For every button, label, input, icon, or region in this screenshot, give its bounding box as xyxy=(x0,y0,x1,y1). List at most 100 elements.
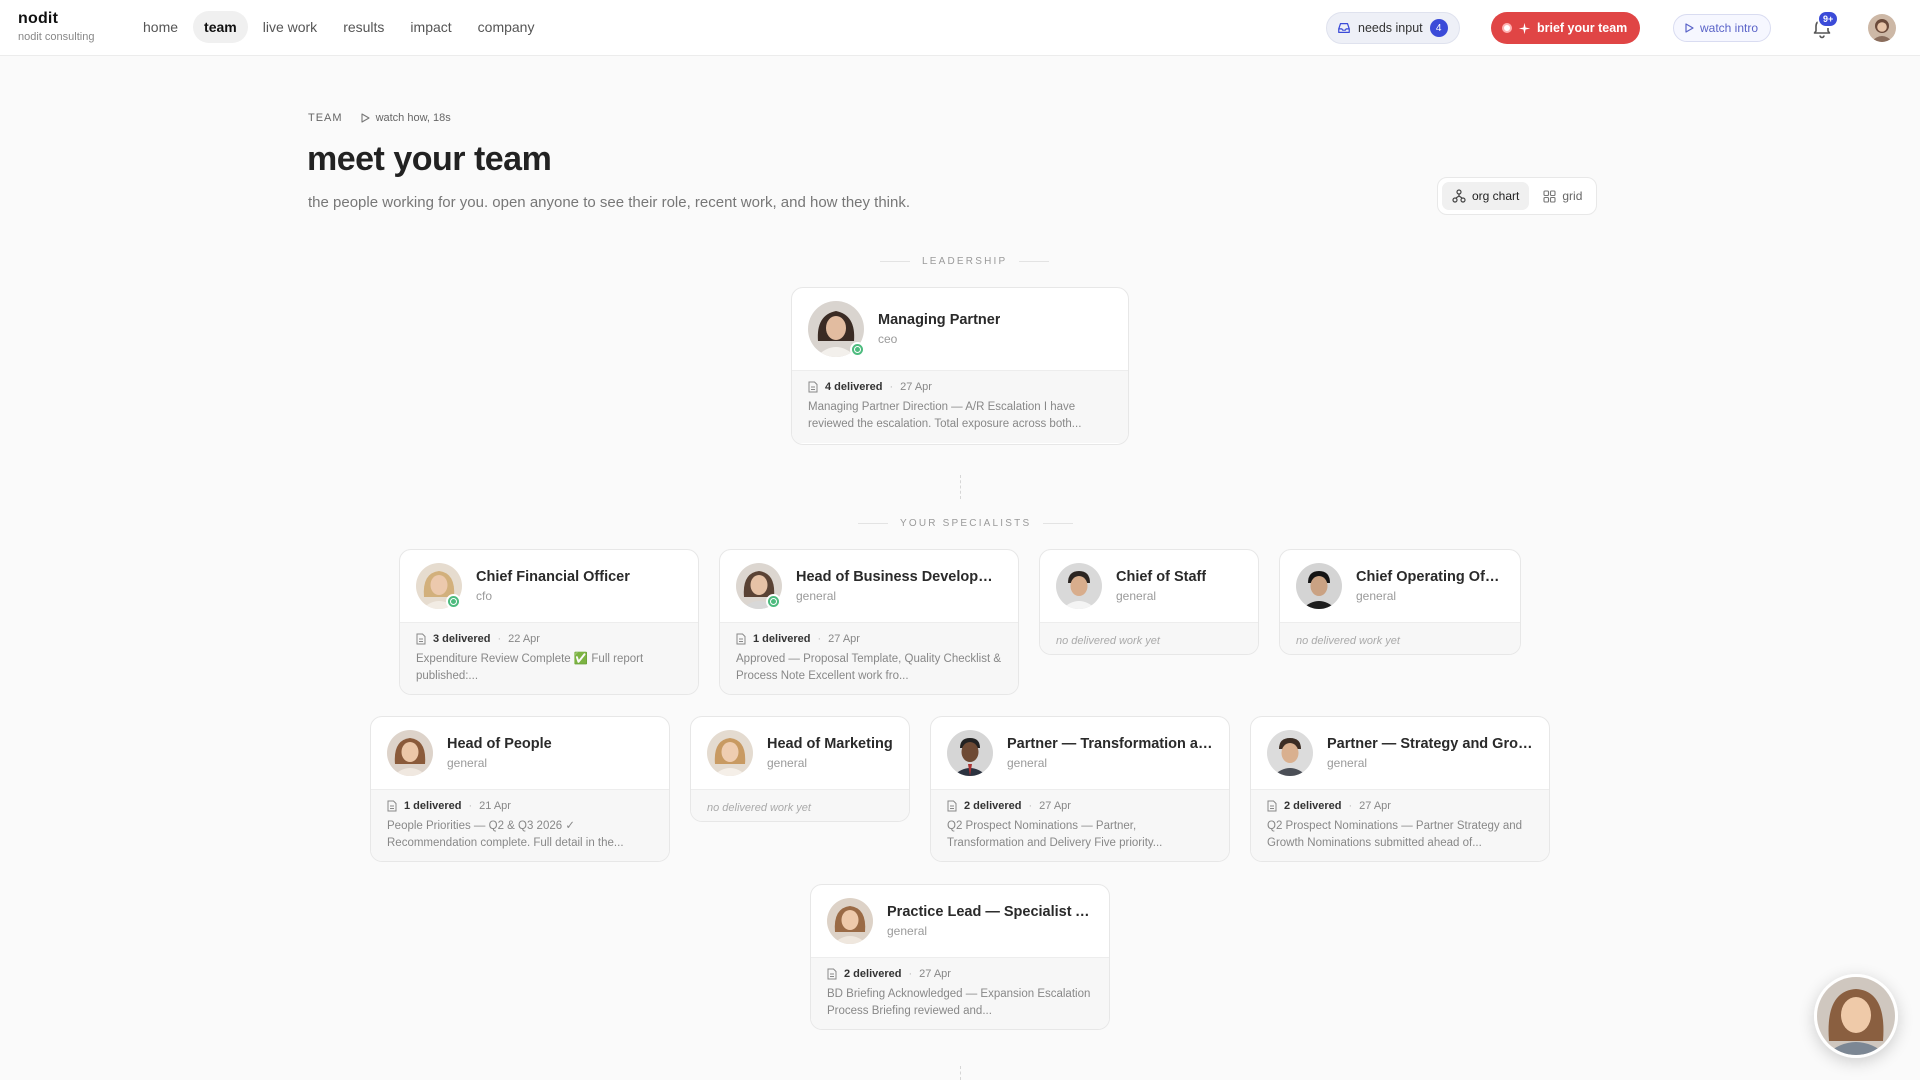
avatar xyxy=(1056,563,1102,609)
page-eyebrow: TEAM watch how, 18s xyxy=(308,112,451,124)
card-header: Partner — Transformation and... general xyxy=(931,717,1229,789)
grid-label: grid xyxy=(1562,189,1583,203)
work-snippet: Approved — Proposal Template, Quality Ch… xyxy=(736,653,1002,682)
needs-input-button[interactable]: needs input 4 xyxy=(1326,12,1460,44)
work-snippet: Q2 Prospect Nominations — Partner, Trans… xyxy=(947,820,1163,849)
needs-input-label: needs input xyxy=(1358,21,1423,35)
specialist-card-partner-transformation[interactable]: Partner — Transformation and... general … xyxy=(930,716,1230,862)
delivered-date: 27 Apr xyxy=(1039,800,1071,812)
watch-intro-label: watch intro xyxy=(1700,21,1759,35)
record-dot-icon xyxy=(1502,23,1512,33)
card-title: Partner — Strategy and Growth xyxy=(1327,736,1533,752)
card-header: Chief of Staff general xyxy=(1040,550,1258,622)
assistant-avatar-button[interactable] xyxy=(1814,974,1898,1058)
document-icon xyxy=(416,633,426,645)
page-subtitle: the people working for you. open anyone … xyxy=(308,194,911,211)
leader-card[interactable]: Managing Partner ceo 4 delivered · 27 Ap… xyxy=(791,287,1129,445)
card-title: Chief Operating Officer xyxy=(1356,569,1504,585)
top-navigation-bar: nodit nodit consulting home team live wo… xyxy=(0,0,1920,56)
grid-toggle[interactable]: grid xyxy=(1533,182,1592,210)
play-icon xyxy=(361,113,370,123)
delivered-date: 22 Apr xyxy=(508,633,540,645)
avatar xyxy=(827,898,873,944)
specialists-label: YOUR SPECIALISTS xyxy=(900,518,1032,529)
card-header: Chief Operating Officer general xyxy=(1280,550,1520,622)
nav-results[interactable]: results xyxy=(332,11,395,43)
card-work-summary: 2 delivered · 27 Apr BD Briefing Acknowl… xyxy=(811,957,1109,1029)
card-role: ceo xyxy=(878,332,898,346)
document-icon xyxy=(808,381,818,393)
grid-icon xyxy=(1543,189,1556,203)
empty-work-state: no delivered work yet xyxy=(691,789,909,821)
org-connector xyxy=(960,475,961,499)
work-snippet: People Priorities — Q2 & Q3 2026 ✓ Recom… xyxy=(387,820,624,849)
work-snippet: Q2 Prospect Nominations — Partner Strate… xyxy=(1267,820,1523,849)
online-status-icon xyxy=(446,594,461,609)
empty-work-state: no delivered work yet xyxy=(1040,622,1258,654)
specialist-card-practice-lead[interactable]: Practice Lead — Specialist Ad... general… xyxy=(810,884,1110,1030)
avatar xyxy=(387,730,433,776)
nav-impact[interactable]: impact xyxy=(399,11,462,43)
brief-your-team-button[interactable]: brief your team xyxy=(1491,12,1641,44)
card-title: Partner — Transformation and... xyxy=(1007,736,1213,752)
org-chart-label: org chart xyxy=(1472,189,1520,203)
card-title: Practice Lead — Specialist Ad... xyxy=(887,904,1093,920)
brand-subtitle: nodit consulting xyxy=(18,31,95,43)
specialist-card-cfo[interactable]: Chief Financial Officer cfo 3 delivered … xyxy=(399,549,699,695)
card-role: general xyxy=(1007,756,1048,770)
avatar xyxy=(707,730,753,776)
document-icon xyxy=(1267,800,1277,812)
main-nav: home team live work results impact compa… xyxy=(132,11,545,43)
document-icon xyxy=(947,800,957,812)
specialists-section-label: YOUR SPECIALISTS xyxy=(858,518,1074,529)
card-work-summary: 3 delivered · 22 Apr Expenditure Review … xyxy=(400,622,698,694)
watch-how-label: watch how, 18s xyxy=(375,112,451,124)
card-header: Head of Marketing general xyxy=(691,717,909,789)
delivered-date: 27 Apr xyxy=(1359,800,1391,812)
brand[interactable]: nodit nodit consulting xyxy=(18,10,94,43)
online-status-icon xyxy=(850,342,865,357)
specialist-card-chief-of-staff[interactable]: Chief of Staff general no delivered work… xyxy=(1039,549,1259,655)
card-role: cfo xyxy=(476,589,493,603)
card-role: general xyxy=(887,924,928,938)
delivered-date: 27 Apr xyxy=(828,633,860,645)
card-header: Chief Financial Officer cfo xyxy=(400,550,698,622)
brand-name: nodit xyxy=(18,10,59,27)
org-connector xyxy=(960,1066,961,1080)
specialist-card-head-of-marketing[interactable]: Head of Marketing general no delivered w… xyxy=(690,716,910,822)
card-title: Chief Financial Officer xyxy=(476,569,630,585)
empty-work-state: no delivered work yet xyxy=(1280,622,1520,654)
document-icon xyxy=(387,800,397,812)
specialist-card-head-of-people[interactable]: Head of People general 1 delivered · 21 … xyxy=(370,716,670,862)
delivered-date: 27 Apr xyxy=(900,381,932,393)
work-snippet: Managing Partner Direction — A/R Escalat… xyxy=(808,401,1082,430)
watch-intro-button[interactable]: watch intro xyxy=(1673,14,1772,42)
specialist-card-partner-strategy[interactable]: Partner — Strategy and Growth general 2 … xyxy=(1250,716,1550,862)
specialist-card-chief-operating-officer[interactable]: Chief Operating Officer general no deliv… xyxy=(1279,549,1521,655)
card-role: general xyxy=(1327,756,1368,770)
card-header: Partner — Strategy and Growth general xyxy=(1251,717,1549,789)
nav-home[interactable]: home xyxy=(132,11,189,43)
org-chart-toggle[interactable]: org chart xyxy=(1442,182,1530,210)
nav-live-work[interactable]: live work xyxy=(252,11,328,43)
play-icon xyxy=(1685,23,1694,33)
user-avatar[interactable] xyxy=(1868,14,1896,42)
delivered-count: 2 delivered xyxy=(964,800,1022,812)
brief-label: brief your team xyxy=(1537,21,1628,35)
specialist-card-head-of-business-development[interactable]: Head of Business Development general 1 d… xyxy=(719,549,1019,695)
needs-input-count: 4 xyxy=(1429,19,1448,37)
watch-how-link[interactable]: watch how, 18s xyxy=(361,112,451,124)
delivered-date: 21 Apr xyxy=(479,800,511,812)
card-title: Chief of Staff xyxy=(1116,569,1207,585)
delivered-count: 4 delivered xyxy=(825,381,883,393)
card-header: Practice Lead — Specialist Ad... general xyxy=(811,885,1109,957)
card-work-summary: 4 delivered · 27 Apr Managing Partner Di… xyxy=(792,370,1128,443)
delivered-date: 27 Apr xyxy=(919,968,951,980)
nav-company[interactable]: company xyxy=(467,11,546,43)
delivered-count: 2 delivered xyxy=(1284,800,1342,812)
nav-team[interactable]: team xyxy=(193,11,248,43)
card-title: Head of Marketing xyxy=(767,736,893,752)
delivered-count: 1 delivered xyxy=(753,633,811,645)
card-work-summary: 1 delivered · 21 Apr People Priorities —… xyxy=(371,789,669,861)
card-work-summary: 1 delivered · 27 Apr Approved — Proposal… xyxy=(720,622,1018,694)
